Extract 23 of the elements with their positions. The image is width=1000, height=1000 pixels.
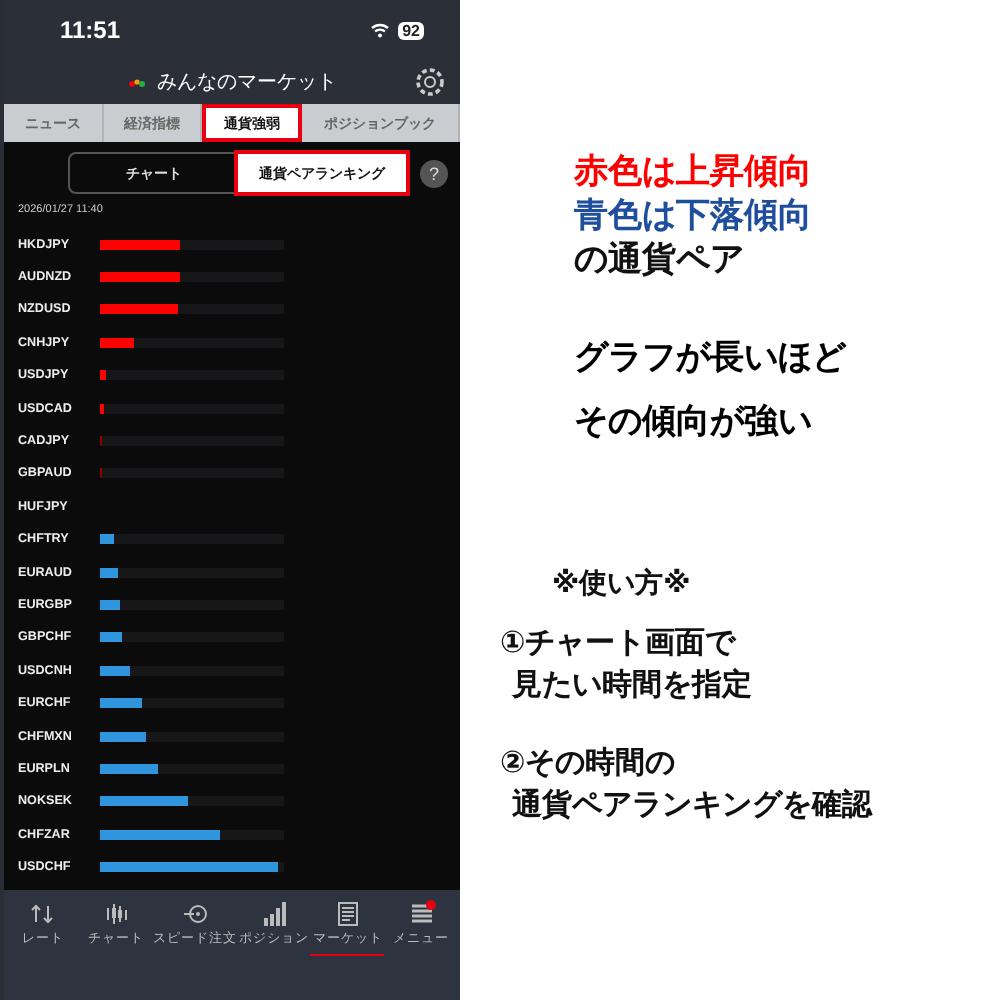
howto-title: ※使い方※	[552, 566, 693, 602]
step-text: ①チャート画面で	[500, 624, 738, 664]
arrows-icon	[30, 902, 55, 926]
wifi-icon	[370, 22, 391, 38]
step-text: ②その時間の	[500, 744, 678, 784]
candlestick-icon	[104, 902, 129, 926]
note-text: グラフが長いほど	[572, 336, 849, 380]
newspaper-icon	[335, 902, 360, 926]
legend-text: の通貨ペア	[572, 238, 746, 282]
battery-level: 92	[398, 21, 424, 39]
step-text: 通貨ペアランキングを確認	[510, 786, 875, 826]
step-text: 見たい時間を指定	[509, 666, 754, 706]
list-icon	[409, 902, 434, 926]
target-icon	[183, 902, 208, 926]
legend-text: 赤色は上昇傾向	[572, 150, 814, 194]
bar-chart-icon	[261, 902, 286, 926]
app-title: みんなのマーケット	[157, 70, 337, 96]
legend-text: 青色は下落傾向	[572, 194, 814, 238]
logo-icon	[127, 77, 145, 87]
note-text: その傾向が強い	[572, 400, 814, 444]
status-time: 11:51	[60, 16, 121, 44]
settings-icon[interactable]	[414, 66, 446, 98]
help-button[interactable]: ?	[420, 159, 448, 187]
